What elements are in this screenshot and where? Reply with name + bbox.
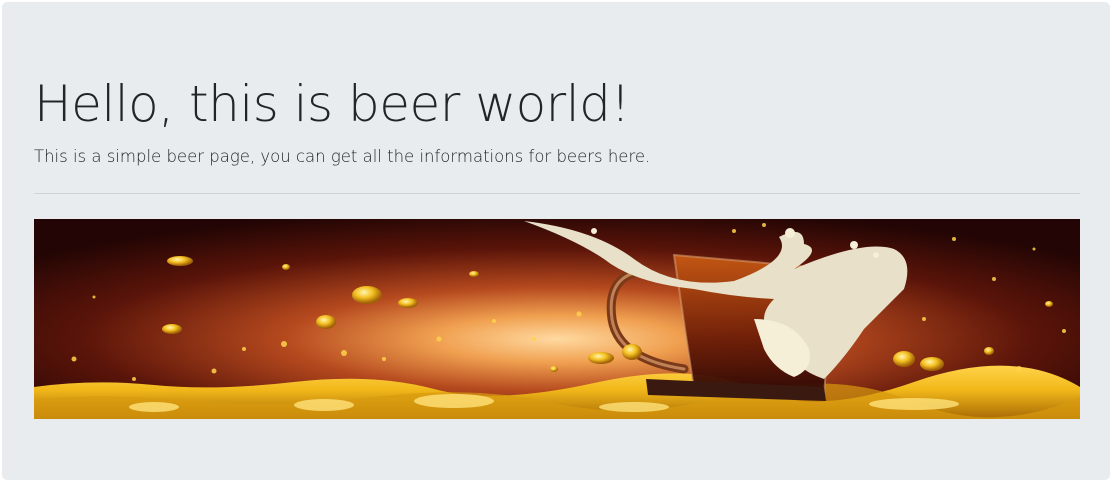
beer-banner-image <box>34 219 1080 419</box>
divider <box>34 193 1080 194</box>
lead-text: This is a simple beer page, you can get … <box>34 147 651 166</box>
page-title: Hello, this is beer world! <box>34 75 630 133</box>
jumbotron: Hello, this is beer world! This is a sim… <box>2 2 1110 480</box>
